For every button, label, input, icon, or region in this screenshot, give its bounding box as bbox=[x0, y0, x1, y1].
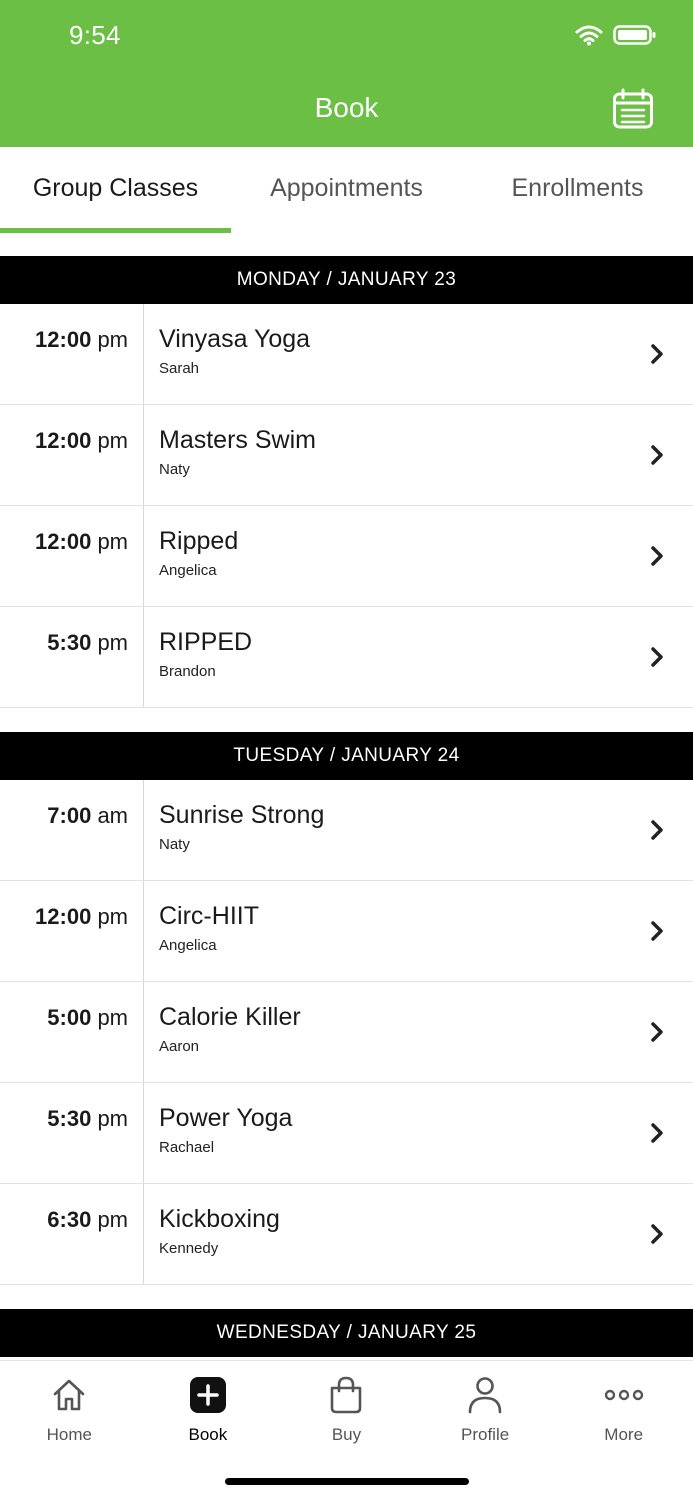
person-icon bbox=[416, 1375, 555, 1415]
class-name: Calorie Killer bbox=[159, 1003, 301, 1031]
instructor-name: Sarah bbox=[159, 360, 200, 377]
class-time: 12:00 pm bbox=[0, 405, 144, 505]
class-time: 5:00 pm bbox=[0, 982, 144, 1082]
plus-square-icon bbox=[139, 1375, 278, 1415]
chevron-right-icon bbox=[651, 546, 663, 566]
class-time: 12:00 pm bbox=[0, 304, 144, 404]
class-info: Vinyasa Yoga Sarah bbox=[144, 304, 693, 404]
calendar-button[interactable] bbox=[611, 88, 655, 135]
day-spacer bbox=[0, 1285, 693, 1309]
status-icons bbox=[575, 24, 657, 51]
class-info: Sunrise Strong Naty bbox=[144, 780, 693, 880]
booking-tabs: Group Classes Appointments Enrollments bbox=[0, 147, 693, 233]
class-time: 12:00 pm bbox=[0, 881, 144, 981]
class-name: Masters Swim bbox=[159, 426, 316, 454]
nav-more[interactable]: More bbox=[554, 1361, 693, 1500]
class-row[interactable]: 5:30 pm RIPPED Brandon bbox=[0, 607, 693, 708]
class-row[interactable]: 7:00 am Sunrise Strong Naty bbox=[0, 780, 693, 881]
class-info: Masters Swim Naty bbox=[144, 405, 693, 505]
class-time: 5:30 pm bbox=[0, 1083, 144, 1183]
class-name: Sunrise Strong bbox=[159, 801, 325, 829]
nav-home[interactable]: Home bbox=[0, 1361, 139, 1500]
class-name: Ripped bbox=[159, 527, 239, 555]
class-name: Power Yoga bbox=[159, 1104, 293, 1132]
status-time: 9:54 bbox=[69, 20, 121, 50]
class-row[interactable]: 5:00 pm Calorie Killer Aaron bbox=[0, 982, 693, 1083]
instructor-name: Kennedy bbox=[159, 1240, 219, 1257]
class-info: Ripped Angelica bbox=[144, 506, 693, 606]
class-row[interactable]: 12:00 pm Ripped Angelica bbox=[0, 506, 693, 607]
tab-group-classes[interactable]: Group Classes bbox=[0, 147, 231, 233]
day-header: MONDAY / JANUARY 23 bbox=[0, 256, 693, 304]
class-schedule: MONDAY / JANUARY 23 12:00 pm Vinyasa Yog… bbox=[0, 256, 693, 1357]
page-title: Book bbox=[314, 92, 379, 123]
chevron-right-icon bbox=[651, 921, 663, 941]
class-time: 5:30 pm bbox=[0, 607, 144, 707]
class-row[interactable]: 5:30 pm Power Yoga Rachael bbox=[0, 1083, 693, 1184]
day-header: TUESDAY / JANUARY 24 bbox=[0, 732, 693, 780]
chevron-right-icon bbox=[651, 344, 663, 364]
shopping-bag-icon bbox=[277, 1375, 416, 1415]
instructor-name: Naty bbox=[159, 461, 190, 478]
nav-book-label: Book bbox=[188, 1425, 228, 1444]
class-name: Circ-HIIT bbox=[159, 902, 259, 930]
wifi-icon bbox=[575, 24, 603, 51]
chevron-right-icon bbox=[651, 1224, 663, 1244]
class-row[interactable]: 6:30 pm Kickboxing Kennedy bbox=[0, 1184, 693, 1285]
chevron-right-icon bbox=[651, 1022, 663, 1042]
class-info: Calorie Killer Aaron bbox=[144, 982, 693, 1082]
home-icon bbox=[0, 1375, 139, 1415]
nav-home-label: Home bbox=[46, 1425, 92, 1444]
instructor-name: Rachael bbox=[159, 1139, 215, 1156]
more-dots-icon bbox=[554, 1375, 693, 1415]
calendar-icon bbox=[612, 88, 654, 135]
class-name: RIPPED bbox=[159, 628, 253, 656]
instructor-name: Aaron bbox=[159, 1038, 200, 1055]
class-row[interactable]: 12:00 pm Circ-HIIT Angelica bbox=[0, 881, 693, 982]
instructor-name: Angelica bbox=[159, 937, 217, 954]
nav-buy-label: Buy bbox=[331, 1425, 362, 1444]
day-header: WEDNESDAY / JANUARY 25 bbox=[0, 1309, 693, 1357]
nav-more-label: More bbox=[604, 1425, 644, 1444]
nav-profile-label: Profile bbox=[460, 1425, 510, 1444]
class-time: 12:00 pm bbox=[0, 506, 144, 606]
class-time: 7:00 am bbox=[0, 780, 144, 880]
tab-enrollments[interactable]: Enrollments bbox=[462, 147, 693, 233]
class-row[interactable]: 12:00 pm Masters Swim Naty bbox=[0, 405, 693, 506]
chevron-right-icon bbox=[651, 445, 663, 465]
home-indicator bbox=[225, 1478, 469, 1485]
day-spacer bbox=[0, 708, 693, 732]
class-time: 6:30 pm bbox=[0, 1184, 144, 1284]
tab-appointments[interactable]: Appointments bbox=[231, 147, 462, 233]
chevron-right-icon bbox=[651, 647, 663, 667]
class-info: Circ-HIIT Angelica bbox=[144, 881, 693, 981]
instructor-name: Brandon bbox=[159, 663, 216, 680]
instructor-name: Naty bbox=[159, 836, 190, 853]
chevron-right-icon bbox=[651, 1123, 663, 1143]
class-name: Kickboxing bbox=[159, 1205, 280, 1233]
class-name: Vinyasa Yoga bbox=[159, 325, 311, 353]
class-info: Kickboxing Kennedy bbox=[144, 1184, 693, 1284]
class-row[interactable]: 12:00 pm Vinyasa Yoga Sarah bbox=[0, 304, 693, 405]
class-info: Power Yoga Rachael bbox=[144, 1083, 693, 1183]
app-header: 9:54 Book bbox=[0, 0, 693, 147]
instructor-name: Angelica bbox=[159, 562, 217, 579]
class-info: RIPPED Brandon bbox=[144, 607, 693, 707]
chevron-right-icon bbox=[651, 820, 663, 840]
battery-icon bbox=[613, 24, 657, 51]
